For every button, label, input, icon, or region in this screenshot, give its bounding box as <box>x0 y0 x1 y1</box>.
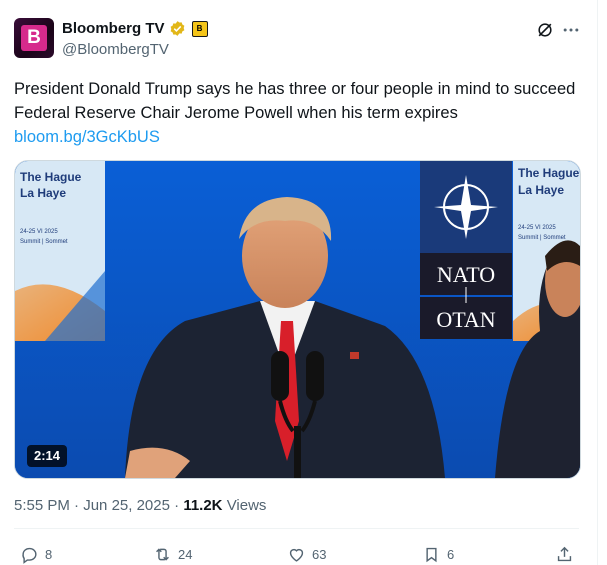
avatar-letter: B <box>21 25 47 51</box>
sign-left-dates: 24-25 VI 2025 <box>20 229 58 235</box>
like-button[interactable]: 63 <box>287 545 326 564</box>
share-button[interactable] <box>555 545 574 564</box>
sign-right-title2: La Haye <box>518 183 564 197</box>
bookmark-button[interactable]: 6 <box>422 545 454 564</box>
repost-button[interactable]: 24 <box>153 545 192 564</box>
share-icon <box>557 546 572 562</box>
avatar[interactable]: B <box>14 18 54 58</box>
author-name-row: Bloomberg TV B <box>62 20 208 37</box>
views-label: Views <box>226 497 267 514</box>
tweet-date[interactable]: Jun 25, 2025 <box>83 497 170 514</box>
divider <box>14 528 579 529</box>
author-handle[interactable]: @BloombergTV <box>62 41 169 58</box>
views-count: 11.2K <box>183 497 223 514</box>
tweet-text: President Donald Trump says he has three… <box>14 80 576 122</box>
tweet-meta: 5:55 PM · Jun 25, 2025 · 11.2K Views <box>14 497 266 514</box>
display-name[interactable]: Bloomberg TV <box>62 20 165 37</box>
bookmark-count: 6 <box>447 547 455 562</box>
repost-icon <box>156 548 169 561</box>
affiliate-badge-icon: B <box>191 20 208 37</box>
verified-badge-icon <box>170 21 184 36</box>
reply-button[interactable]: 8 <box>20 545 52 564</box>
video-duration: 2:14 <box>27 445 68 467</box>
sign-left-title1: The Hague <box>20 170 82 184</box>
meta-separator: · <box>174 497 184 514</box>
bookmark-icon <box>426 547 437 563</box>
repost-count: 24 <box>178 547 193 562</box>
sign-right-dates: 24-25 VI 2025 <box>518 225 556 231</box>
heart-icon <box>289 548 304 562</box>
otan-text: OTAN <box>436 307 495 332</box>
tweet-time[interactable]: 5:55 PM <box>14 497 70 514</box>
sign-right-title1: The Hague <box>518 166 580 180</box>
meta-separator: · <box>74 497 84 514</box>
grok-icon[interactable] <box>535 20 555 40</box>
reply-count: 8 <box>45 547 53 562</box>
more-options-icon[interactable] <box>561 20 581 40</box>
reply-icon <box>22 547 37 564</box>
nato-text: NATO <box>437 262 495 287</box>
sign-left-title2: La Haye <box>20 186 66 200</box>
like-count: 63 <box>312 547 327 562</box>
tweet-link[interactable]: bloom.bg/3GcKbUS <box>14 125 160 149</box>
video-frame: The Hague La Haye 24-25 VI 2025 Summit |… <box>15 161 580 478</box>
sign-right-sub: Summit | Sommet <box>518 235 566 241</box>
sign-left-sub: Summit | Sommet <box>20 239 68 245</box>
video-player[interactable]: The Hague La Haye 24-25 VI 2025 Summit |… <box>14 160 581 479</box>
tweet-card: B Bloomberg TV B @BloombergTV President … <box>0 0 598 565</box>
